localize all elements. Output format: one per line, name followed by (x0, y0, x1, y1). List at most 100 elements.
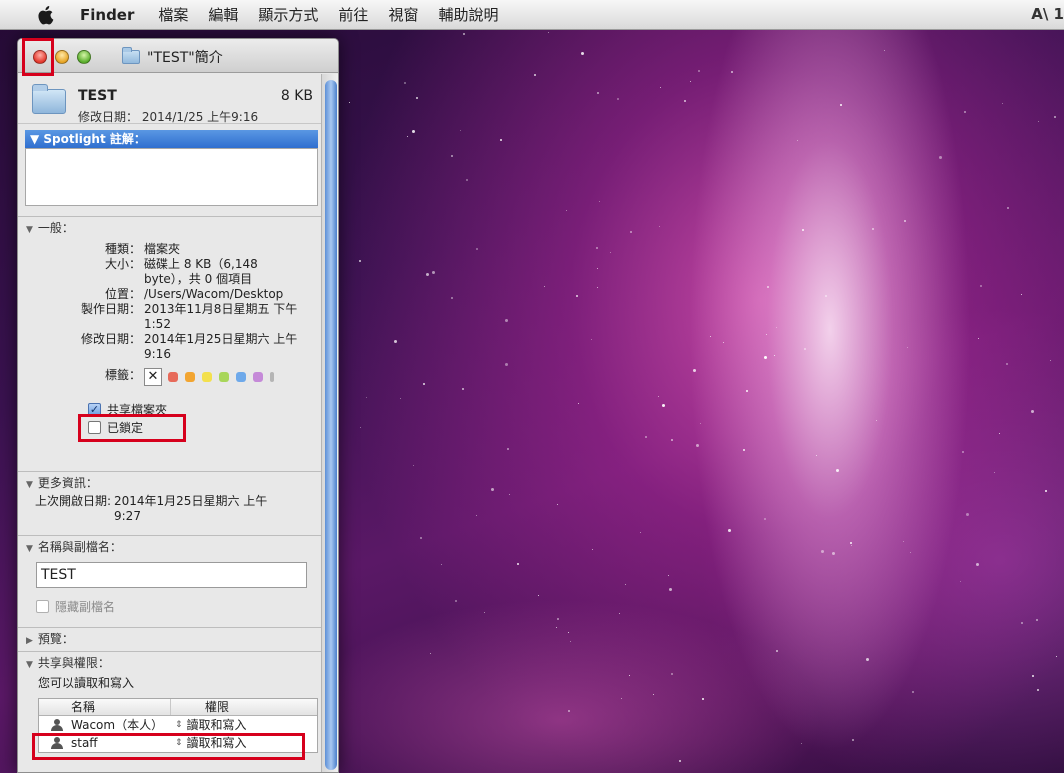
star (690, 80, 692, 82)
preview-section-header[interactable]: ▶ 預覽： (18, 628, 321, 650)
vertical-scrollbar[interactable] (321, 74, 338, 772)
star (577, 403, 579, 405)
star (1006, 362, 1009, 365)
spotlight-comments-header[interactable]: ▼ Spotlight 註解： (25, 130, 318, 148)
star (776, 649, 779, 652)
column-privilege[interactable]: 權限 (171, 699, 229, 715)
star (465, 179, 468, 182)
table-row[interactable]: Wacom（本人） ⇕ 讀取和寫入 (39, 716, 317, 734)
star (365, 397, 367, 399)
name-extension-section-header[interactable]: ▼ 名稱與副檔名： (18, 536, 321, 558)
highlight-user-permission-row (32, 733, 305, 760)
star (499, 139, 502, 142)
star (774, 355, 776, 357)
star (963, 110, 966, 113)
disclosure-triangle-icon[interactable]: ▼ (26, 474, 33, 496)
more-info-section-header[interactable]: ▼ 更多資訊： (18, 472, 321, 494)
general-section-header[interactable]: ▼ 一般： (18, 217, 321, 239)
permissions-table-header: 名稱 權限 (39, 699, 317, 716)
last-opened-label: 上次開啟日期: (34, 494, 111, 508)
modified-value: 2014年1月25日星期六 上午9:16 (144, 332, 298, 361)
star (639, 532, 641, 534)
general-rows: 種類： 檔案夾 大小： 磁碟上 8 KB（6,148 byte），共 0 個項目… (18, 242, 321, 436)
clear-tag-button[interactable]: ✕ (144, 367, 162, 386)
star (629, 231, 632, 234)
hide-extension-checkbox[interactable] (36, 599, 49, 613)
hide-extension-checkbox-row[interactable]: 隱藏副檔名 (36, 597, 321, 615)
star (658, 396, 660, 398)
sharing-section-header[interactable]: ▼ 共享與權限： (18, 652, 321, 674)
star (678, 760, 681, 762)
tag-color-gray[interactable] (270, 371, 274, 382)
apple-menu-icon[interactable] (38, 5, 58, 25)
star (412, 465, 414, 467)
menu-file[interactable]: 檔案 (158, 4, 188, 25)
tag-color-blue[interactable] (236, 371, 246, 382)
star (565, 210, 567, 212)
privilege-popup[interactable]: ⇕ 讀取和寫入 (171, 716, 247, 734)
star (624, 583, 626, 585)
zoom-button[interactable] (77, 50, 91, 64)
star (576, 294, 579, 297)
menu-finder[interactable]: Finder (80, 6, 134, 24)
item-modified-date: 修改日期： 2014/1/25 上午9:16 (78, 110, 259, 124)
star (849, 541, 852, 544)
star (850, 544, 852, 546)
star (595, 247, 598, 250)
star (628, 674, 630, 676)
menu-window[interactable]: 視窗 (388, 4, 418, 25)
tag-color-orange[interactable] (185, 371, 195, 382)
star (912, 690, 915, 693)
menu-view[interactable]: 顯示方式 (258, 4, 318, 25)
name-field[interactable]: TEST (36, 562, 307, 588)
disclosure-triangle-icon[interactable]: ▼ (26, 654, 33, 676)
star (763, 356, 767, 360)
star (504, 318, 508, 322)
info-row-kind: 種類： 檔案夾 (18, 242, 321, 257)
star (556, 617, 559, 620)
tags-label: 標籤： (104, 368, 141, 382)
modified-label: 修改日期： (80, 332, 141, 346)
tag-color-purple[interactable] (253, 371, 263, 382)
star (884, 50, 886, 52)
tag-color-yellow[interactable] (202, 371, 212, 382)
spotlight-comments-field[interactable] (25, 148, 318, 206)
star (975, 562, 979, 566)
star (767, 285, 770, 288)
tag-color-green[interactable] (219, 371, 229, 382)
minimize-button[interactable] (55, 50, 69, 64)
star (483, 611, 485, 613)
star (490, 487, 494, 491)
disclosure-triangle-icon[interactable]: ▼ (26, 219, 33, 241)
up-down-arrows-icon: ⇕ (175, 720, 183, 730)
disclosure-triangle-right-icon[interactable]: ▶ (26, 630, 33, 652)
disclosure-triangle-icon[interactable]: ▼ (26, 538, 33, 560)
size-label: 大小： (104, 257, 141, 271)
star (865, 657, 869, 661)
star (700, 423, 702, 425)
name-extension-title: 名稱與副檔名： (37, 540, 122, 554)
star (722, 341, 724, 343)
column-name[interactable]: 名稱 (39, 699, 171, 715)
more-info-section: ▼ 更多資訊： 上次開啟日期: 2014年1月25日星期六 上午9:27 (18, 471, 321, 535)
menu-go[interactable]: 前往 (338, 4, 368, 25)
menu-help[interactable]: 輔助說明 (438, 4, 498, 25)
hide-extension-label[interactable]: 隱藏副檔名 (55, 598, 115, 615)
tag-color-red[interactable] (168, 371, 178, 382)
star (652, 694, 654, 696)
star (394, 340, 398, 344)
star (591, 338, 593, 340)
scrollbar-thumb[interactable] (325, 80, 337, 770)
window-titlebar[interactable]: "TEST"簡介 (18, 39, 338, 73)
star (538, 595, 540, 597)
tag-picker: ✕ (144, 367, 281, 386)
star (476, 515, 478, 517)
menu-edit[interactable]: 編輯 (208, 4, 238, 25)
star (671, 673, 674, 676)
star (693, 369, 697, 373)
highlight-close-button (22, 38, 54, 76)
adobe-menu-extra-icon[interactable]: A\ 1 (1031, 5, 1064, 23)
star (909, 552, 911, 554)
window-title: "TEST"簡介 (122, 47, 223, 67)
info-row-created: 製作日期： 2013年11月8日星期五 下午1:52 (18, 302, 321, 332)
